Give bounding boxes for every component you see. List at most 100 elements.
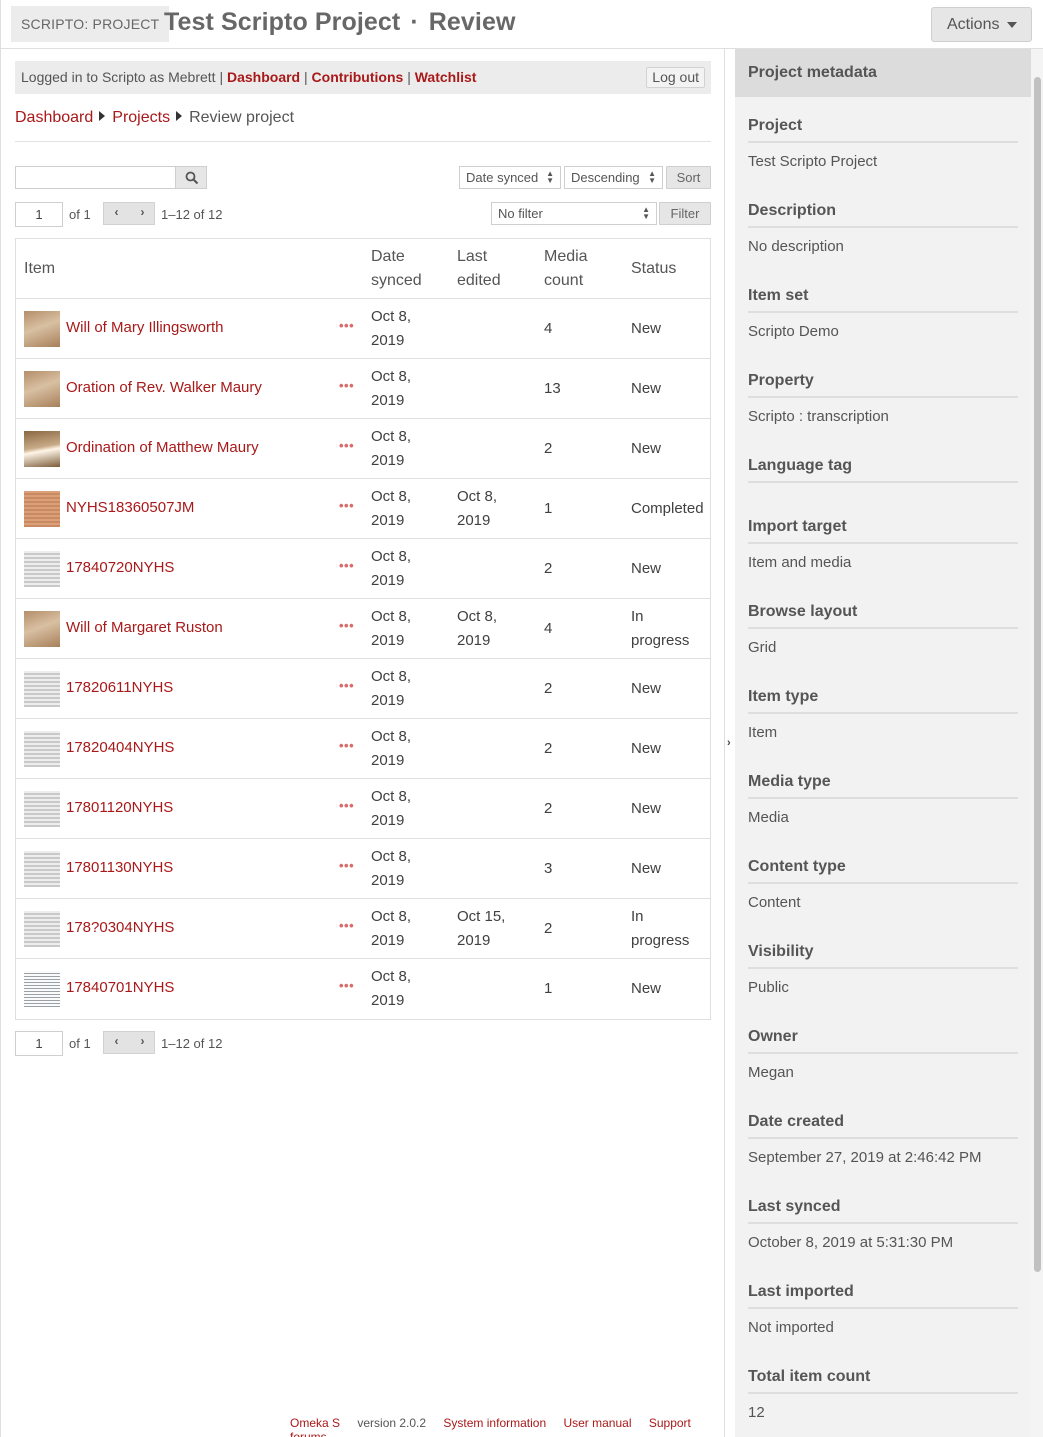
date-synced-cell: Oct 8, 2019 [371, 605, 411, 653]
page-number-input-bottom[interactable]: 1 [15, 1031, 63, 1056]
item-title-link[interactable]: 17820611NYHS [66, 679, 173, 696]
more-options-icon[interactable]: ••• [339, 798, 354, 813]
status-cell: New [631, 740, 662, 757]
search-input[interactable] [15, 166, 176, 189]
footer-version: version 2.0.2 [357, 1416, 427, 1430]
item-thumbnail[interactable] [24, 311, 60, 347]
date-line: 2019 [371, 632, 405, 649]
metadata-label: Description [748, 202, 1018, 228]
next-page-icon[interactable]: › [130, 205, 155, 219]
status-line: progress [631, 932, 690, 949]
metadata-value[interactable]: Test Scripto Project [748, 153, 1018, 170]
breadcrumb-dashboard[interactable]: Dashboard [15, 109, 93, 126]
last-edited-cell: Oct 8, 2019 [457, 605, 497, 653]
date-line: Oct 8, [371, 728, 412, 745]
sort-by-select[interactable]: Date synced ▲ ▼ [459, 166, 561, 189]
status-line: In [631, 908, 644, 925]
item-title-link[interactable]: Will of Mary Illingsworth [66, 319, 224, 336]
metadata-field: Total item count 12 [748, 1368, 1018, 1421]
page-number-input[interactable]: 1 [15, 202, 63, 227]
item-thumbnail[interactable] [24, 791, 60, 827]
metadata-label: Browse layout [748, 603, 1018, 629]
more-options-icon[interactable]: ••• [339, 498, 354, 513]
metadata-field: Content type Content [748, 858, 1018, 911]
footer-user-manual-link[interactable]: User manual [563, 1416, 631, 1430]
item-title-link[interactable]: Oration of Rev. Walker Maury [66, 379, 262, 396]
item-title-link[interactable]: Ordination of Matthew Maury [66, 439, 259, 456]
item-thumbnail[interactable] [24, 671, 60, 707]
more-options-icon[interactable]: ••• [339, 558, 354, 573]
item-thumbnail[interactable] [24, 491, 60, 527]
dashboard-link[interactable]: Dashboard [227, 69, 300, 85]
filter-select[interactable]: No filter ▲ ▼ [491, 202, 657, 225]
media-count-cell: 4 [544, 620, 553, 637]
item-thumbnail[interactable] [24, 431, 60, 467]
item-thumbnail[interactable] [24, 551, 60, 587]
sort-order-select[interactable]: Descending ▲ ▼ [564, 166, 663, 189]
breadcrumb-projects[interactable]: Projects [112, 109, 170, 126]
item-thumbnail[interactable] [24, 851, 60, 887]
more-options-icon[interactable]: ••• [339, 618, 354, 633]
previous-page-icon[interactable]: ‹ [104, 1034, 129, 1048]
date-synced-cell: Oct 8, 2019 [371, 305, 411, 353]
more-options-icon[interactable]: ••• [339, 678, 354, 693]
contributions-link[interactable]: Contributions [312, 69, 404, 85]
table-row: 17840720NYHS ••• Oct 8, 2019 2 New [16, 539, 710, 599]
date-line: Oct 8, [371, 488, 412, 505]
footer-system-info-link[interactable]: System information [443, 1416, 546, 1430]
status-cell: In progress [631, 605, 689, 653]
next-page-icon[interactable]: › [130, 1034, 155, 1048]
logout-button[interactable]: Log out [646, 67, 705, 88]
column-item: Item [24, 260, 56, 277]
filter-button[interactable]: Filter [659, 202, 711, 225]
actions-button[interactable]: Actions [931, 7, 1032, 42]
chevron-right-icon: › [727, 737, 731, 749]
more-options-icon[interactable]: ••• [339, 438, 354, 453]
item-thumbnail[interactable] [24, 611, 60, 647]
separator: | [304, 69, 308, 85]
item-title-link[interactable]: 17801130NYHS [66, 859, 173, 876]
metadata-value[interactable]: Scripto Demo [748, 323, 1018, 340]
more-options-icon[interactable]: ••• [339, 738, 354, 753]
metadata-field: Media type Media [748, 773, 1018, 826]
date-line: 2019 [371, 512, 405, 529]
item-thumbnail[interactable] [24, 371, 60, 407]
scrollbar-thumb[interactable] [1034, 77, 1041, 1272]
search-button[interactable] [175, 166, 207, 189]
item-title-link[interactable]: 17820404NYHS [66, 739, 174, 756]
metadata-value: Public [748, 979, 789, 996]
footer-omeka-link[interactable]: Omeka S [290, 1416, 340, 1430]
status-line: progress [631, 632, 690, 649]
sidebar-collapse-handle[interactable]: › [724, 49, 735, 1437]
more-options-icon[interactable]: ••• [339, 918, 354, 933]
more-options-icon[interactable]: ••• [339, 378, 354, 393]
status-cell: In progress [631, 905, 689, 953]
item-title-link[interactable]: 178?0304NYHS [66, 919, 174, 936]
item-title-link[interactable]: 17840701NYHS [66, 979, 174, 996]
breadcrumb-current: Review project [189, 109, 295, 126]
item-thumbnail[interactable] [24, 971, 60, 1007]
sort-order-value: Descending [571, 170, 640, 185]
sort-button[interactable]: Sort [666, 166, 711, 189]
item-thumbnail[interactable] [24, 911, 60, 947]
item-title-link[interactable]: 17840720NYHS [66, 559, 174, 576]
more-options-icon[interactable]: ••• [339, 978, 354, 993]
metadata-label: Last synced [748, 1198, 1018, 1224]
previous-page-icon[interactable]: ‹ [104, 205, 129, 219]
date-synced-cell: Oct 8, 2019 [371, 905, 411, 953]
metadata-field: Property Scripto : transcription [748, 372, 1018, 425]
more-options-icon[interactable]: ••• [339, 858, 354, 873]
metadata-value[interactable]: Megan [748, 1064, 1018, 1081]
item-title-link[interactable]: 17801120NYHS [66, 799, 173, 816]
item-title-link[interactable]: Will of Margaret Ruston [66, 619, 223, 636]
table-row: Will of Margaret Ruston ••• Oct 8, 2019 Oct … [16, 599, 710, 659]
date-line: Oct 8, [457, 488, 498, 505]
item-thumbnail[interactable] [24, 731, 60, 767]
item-title-link[interactable]: NYHS18360507JM [66, 499, 194, 516]
metadata-value: Media [748, 809, 789, 826]
column-status: Status [631, 260, 677, 277]
watchlist-link[interactable]: Watchlist [415, 69, 477, 85]
scrollbar[interactable] [1031, 49, 1043, 1437]
more-options-icon[interactable]: ••• [339, 318, 354, 333]
media-count-cell: 1 [544, 980, 553, 997]
